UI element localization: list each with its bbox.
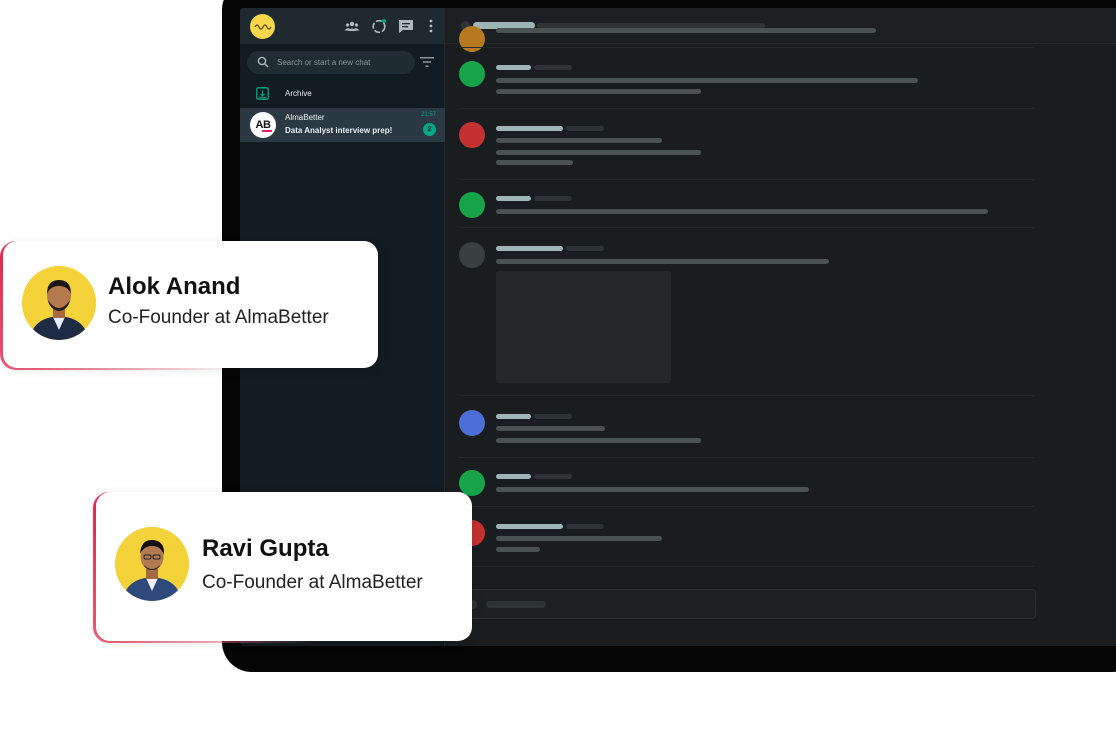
message-line-placeholder: [496, 78, 918, 83]
profile-role: Co-Founder at AlmaBetter: [108, 307, 329, 328]
message-sender-placeholder: [496, 65, 531, 70]
message-line-placeholder: [496, 259, 829, 264]
message-line-placeholder: [496, 138, 662, 143]
message-divider: [459, 179, 1034, 180]
profile-card-alok: Alok Anand Co-Founder at AlmaBetter: [3, 241, 378, 368]
message-sender-placeholder: [496, 474, 531, 479]
chat-last-message: Data Analyst interview prep!: [285, 126, 393, 135]
community-icon[interactable]: [344, 18, 360, 34]
message-line-placeholder: [496, 547, 540, 552]
message-time-placeholder: [566, 126, 604, 131]
unread-badge: 2: [423, 123, 436, 136]
sidebar-header: [240, 8, 445, 44]
message-line-placeholder: [496, 28, 876, 33]
message-time-placeholder: [534, 474, 572, 479]
message-time-placeholder: [534, 65, 572, 70]
message-line-placeholder: [496, 150, 701, 155]
message-line-placeholder: [496, 438, 701, 443]
new-chat-icon[interactable]: [398, 18, 414, 34]
chat-name: AlmaBetter: [285, 113, 325, 122]
message-time-placeholder: [566, 246, 604, 251]
message-time-placeholder: [566, 524, 604, 529]
profile-name: Ravi Gupta: [202, 535, 329, 562]
search-input[interactable]: [277, 54, 407, 71]
person-avatar-icon: [22, 266, 96, 340]
message-divider: [459, 47, 1034, 48]
composer-text-placeholder: [486, 601, 546, 608]
message-avatar: [459, 242, 485, 268]
search-bar: [247, 51, 415, 74]
message-avatar: [459, 26, 485, 52]
filter-icon[interactable]: [420, 56, 434, 68]
chat-avatar: AB: [250, 112, 276, 138]
conversation-pane: [445, 8, 1116, 646]
chat-list-item[interactable]: AB AlmaBetter Data Analyst interview pre…: [240, 108, 445, 142]
conversation-header: [445, 8, 1116, 44]
profile-photo: [22, 266, 96, 340]
status-icon[interactable]: [371, 18, 387, 34]
profile-role: Co-Founder at AlmaBetter: [202, 572, 423, 593]
message-avatar: [459, 192, 485, 218]
message-line-placeholder: [496, 209, 988, 214]
message-line-placeholder: [496, 487, 809, 492]
message-avatar: [459, 61, 485, 87]
media-placeholder: [496, 271, 671, 383]
profile-card-frame: Alok Anand Co-Founder at AlmaBetter: [0, 241, 378, 370]
message-line-placeholder: [496, 536, 662, 541]
message-avatar: [459, 410, 485, 436]
message-divider: [459, 457, 1034, 458]
archive-label: Archive: [285, 89, 312, 98]
message-sender-placeholder: [496, 196, 531, 201]
archive-row[interactable]: Archive: [240, 82, 445, 110]
message-divider: [459, 227, 1034, 228]
message-divider: [459, 395, 1034, 396]
message-divider: [459, 506, 1034, 507]
search-icon: [257, 56, 269, 68]
profile-card-ravi: Ravi Gupta Co-Founder at AlmaBetter: [96, 492, 472, 641]
message-line-placeholder: [496, 160, 573, 165]
profile-photo: [115, 527, 189, 601]
avatar-accent-line: [262, 130, 272, 132]
stage: Archive AB AlmaBetter Data Analyst inter…: [0, 0, 1116, 746]
message-time-placeholder: [534, 196, 572, 201]
message-composer[interactable]: [459, 589, 1036, 619]
message-divider: [459, 566, 1034, 567]
message-sender-placeholder: [496, 414, 531, 419]
message-divider: [459, 108, 1034, 109]
profile-name: Alok Anand: [108, 273, 241, 300]
message-sender-placeholder: [496, 126, 563, 131]
profile-logo-icon[interactable]: [250, 14, 275, 39]
message-line-placeholder: [496, 89, 701, 94]
person-avatar-icon: [115, 527, 189, 601]
message-time-placeholder: [534, 414, 572, 419]
chat-time: 21:57: [421, 112, 437, 118]
menu-dots-icon[interactable]: [423, 18, 439, 34]
archive-icon: [256, 87, 269, 100]
message-sender-placeholder: [496, 524, 563, 529]
message-line-placeholder: [496, 426, 605, 431]
message-avatar: [459, 122, 485, 148]
profile-card-frame: Ravi Gupta Co-Founder at AlmaBetter: [93, 492, 472, 643]
message-sender-placeholder: [496, 246, 563, 251]
